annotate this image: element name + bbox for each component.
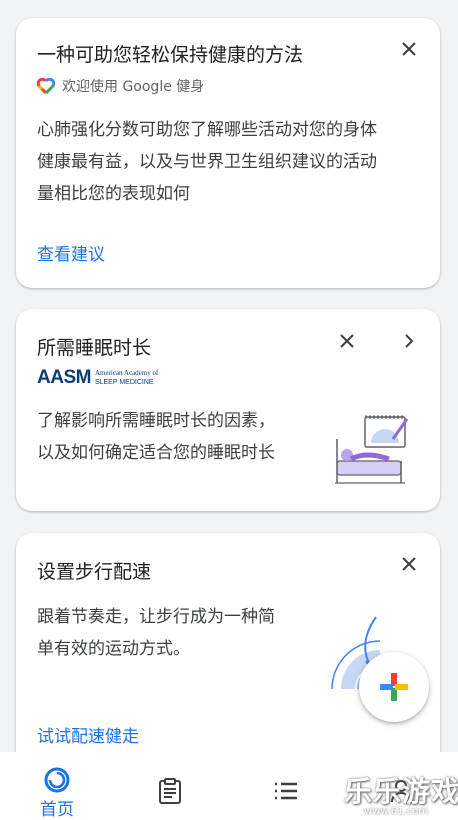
body-line: 心肺强化分数可助您了解哪些活动对您的身体 xyxy=(37,120,377,140)
logo-text: AASM xyxy=(37,367,91,388)
walking-pace-card: 设置步行配速 跟着节奏走，让步行成为一种简 单有效的运动方式。 试试配速健走 xyxy=(16,533,440,773)
close-icon[interactable] xyxy=(395,35,423,63)
logo-subtext: American Academy of SLEEP MEDICINE xyxy=(95,369,158,387)
nav-label: 首页 xyxy=(40,800,74,820)
sleep-illustration xyxy=(331,409,413,493)
nav-home[interactable]: 首页 xyxy=(0,752,114,820)
body-line: 跟着节奏走，让步行成为一种简 xyxy=(37,607,275,627)
body-line: 以及如何确定适合您的睡眠时长 xyxy=(37,443,275,463)
google-fit-heart-icon xyxy=(37,78,55,94)
close-icon[interactable] xyxy=(395,550,423,578)
aasm-logo: AASM American Academy of SLEEP MEDICINE xyxy=(37,367,158,389)
watermark: 乐乐游戏 xyxy=(344,775,458,808)
body-line: 健康最有益，以及与世界卫生组织建议的活动 xyxy=(37,152,377,172)
logo-line: American Academy of xyxy=(94,369,159,377)
home-ring-icon xyxy=(43,766,71,794)
subtitle-text: 欢迎使用 Google 健身 xyxy=(62,79,205,95)
card-subtitle: 欢迎使用 Google 健身 xyxy=(37,76,204,96)
card-body: 了解影响所需睡眠时长的因素， 以及如何确定适合您的睡眠时长 xyxy=(37,405,275,469)
card-title: 所需睡眠时长 xyxy=(37,337,152,359)
nav-browse[interactable] xyxy=(229,752,343,820)
card-body: 心肺强化分数可助您了解哪些活动对您的身体 健康最有益，以及与世界卫生组织建议的活… xyxy=(37,114,377,210)
card-title: 设置步行配速 xyxy=(37,561,152,583)
chevron-right-icon[interactable] xyxy=(395,327,423,355)
card-title: 一种可助您轻松保持健康的方法 xyxy=(37,44,304,66)
intro-card: 一种可助您轻松保持健康的方法 欢迎使用 Google 健身 心肺强化分数可助您了… xyxy=(16,18,440,288)
try-pace-walk-link[interactable]: 试试配速健走 xyxy=(37,722,139,747)
journal-clipboard-icon xyxy=(158,778,182,804)
body-line: 了解影响所需睡眠时长的因素， xyxy=(37,411,275,431)
google-plus-icon xyxy=(378,671,410,703)
view-recommendations-link[interactable]: 查看建议 xyxy=(37,240,105,265)
body-line: 单有效的运动方式。 xyxy=(37,639,190,659)
list-icon xyxy=(274,782,298,800)
close-icon[interactable] xyxy=(333,327,361,355)
body-line: 量相比您的表现如何 xyxy=(37,184,190,204)
add-button[interactable] xyxy=(359,652,429,722)
watermark-url: www.61.com xyxy=(364,806,429,817)
card-body: 跟着节奏走，让步行成为一种简 单有效的运动方式。 xyxy=(37,601,275,665)
nav-journal[interactable] xyxy=(113,752,227,820)
sleep-card[interactable]: 所需睡眠时长 AASM American Academy of SLEEP ME… xyxy=(16,309,440,511)
logo-line: SLEEP MEDICINE xyxy=(94,379,154,386)
